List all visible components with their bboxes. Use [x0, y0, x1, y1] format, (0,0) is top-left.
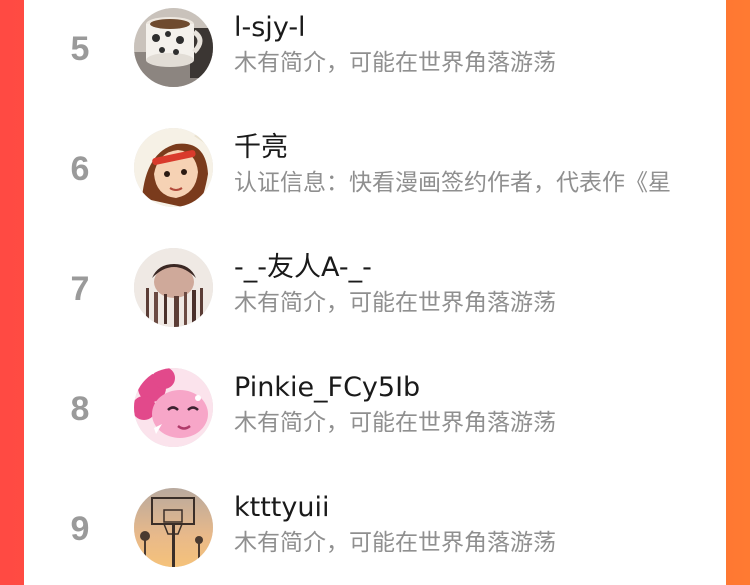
- list-item[interactable]: 8 Pinkie_FCy5Ib 木有简介，可能在世界角落游荡: [24, 360, 726, 460]
- avatar[interactable]: [134, 248, 213, 327]
- portrait-photo-icon: [134, 248, 213, 327]
- username[interactable]: Pinkie_FCy5Ib: [234, 372, 420, 404]
- list-item[interactable]: 5 l-sjy-l 木有简介，可能在世界角落游荡: [24, 0, 726, 100]
- mug-photo-icon: [134, 8, 213, 87]
- rank-number: 5: [70, 30, 90, 68]
- avatar[interactable]: [134, 368, 213, 447]
- ranking-list: 5 l-sjy-l 木有简介，可能在世界角落游荡 6 千亮 认证信息：快看漫画签…: [24, 0, 726, 585]
- basketball-hoop-icon: [134, 488, 213, 567]
- list-item[interactable]: 9 ktttyuii 木有简介，可能在世界角落游荡: [24, 480, 726, 580]
- username[interactable]: l-sjy-l: [234, 12, 306, 44]
- rank-number: 9: [70, 510, 90, 548]
- username[interactable]: -_-友人A-_-: [234, 252, 372, 284]
- user-description: 认证信息：快看漫画签约作者，代表作《星: [234, 170, 671, 196]
- list-item[interactable]: 7 -_-友人A-_- 木有简介，可能在世界角落游荡: [24, 240, 726, 340]
- pink-pony-icon: [134, 368, 213, 447]
- user-description: 木有简介，可能在世界角落游荡: [234, 50, 556, 76]
- rank-number: 7: [70, 270, 90, 308]
- user-description: 木有简介，可能在世界角落游荡: [234, 410, 556, 436]
- rank-number: 6: [70, 150, 90, 188]
- avatar[interactable]: [134, 488, 213, 567]
- avatar[interactable]: [134, 128, 213, 207]
- user-description: 木有简介，可能在世界角落游荡: [234, 530, 556, 556]
- username[interactable]: ktttyuii: [234, 492, 330, 524]
- list-item[interactable]: 6 千亮 认证信息：快看漫画签约作者，代表作《星: [24, 120, 726, 220]
- manga-girl-icon: [134, 128, 213, 207]
- avatar[interactable]: [134, 8, 213, 87]
- user-description: 木有简介，可能在世界角落游荡: [234, 290, 556, 316]
- rank-number: 8: [70, 390, 90, 428]
- username[interactable]: 千亮: [234, 132, 288, 164]
